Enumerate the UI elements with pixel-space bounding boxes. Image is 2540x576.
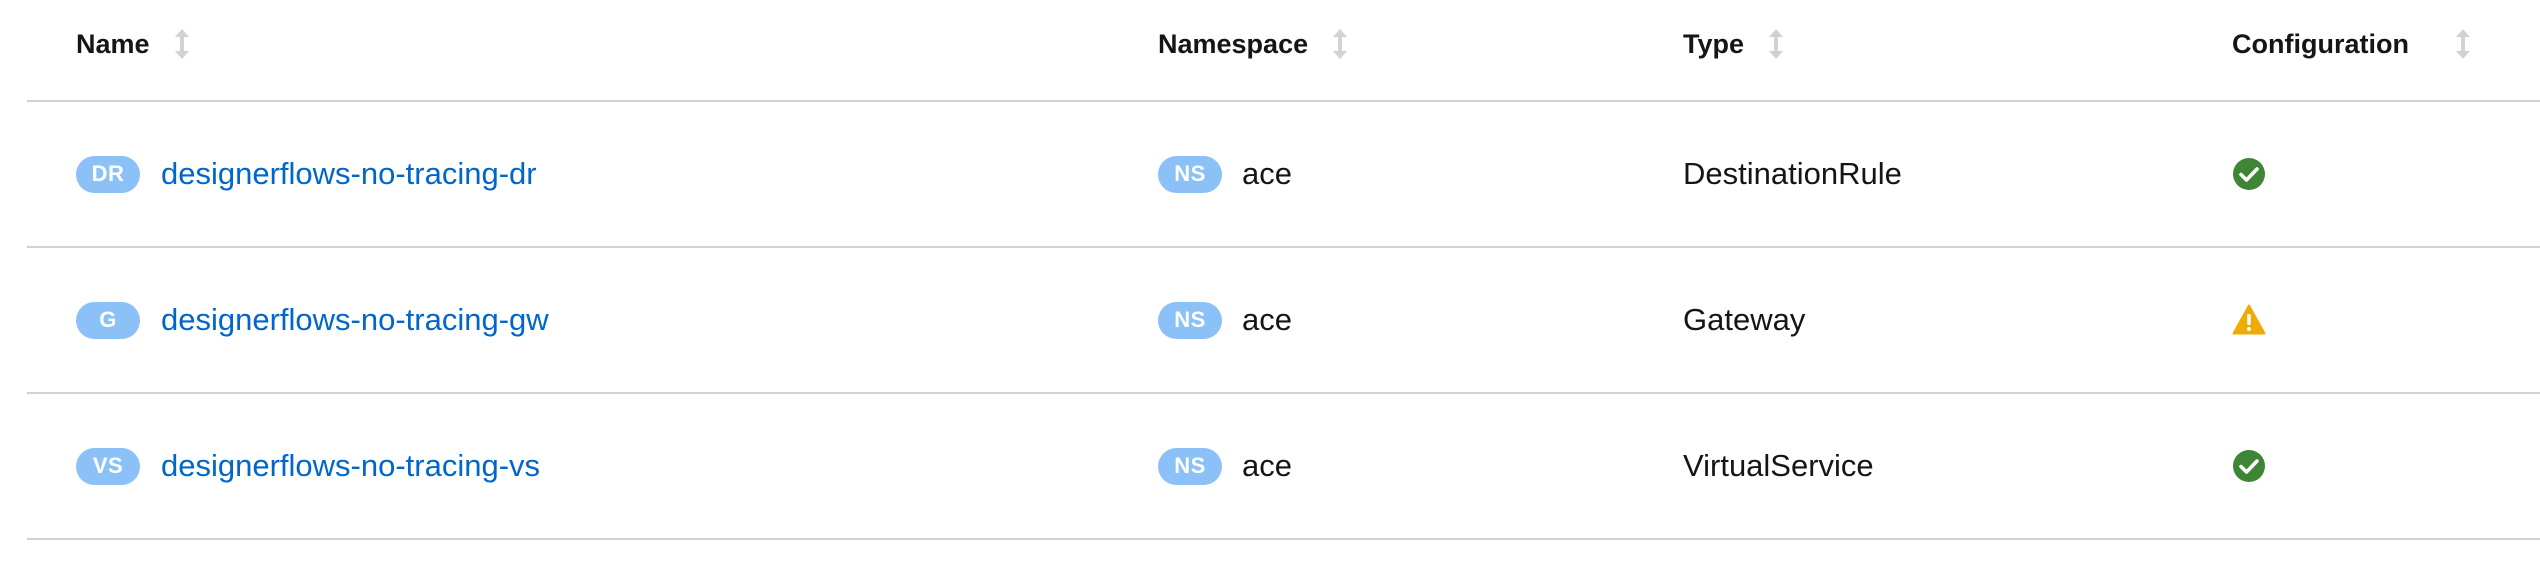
configuration-cell xyxy=(2232,248,2266,392)
object-type-badge: DR xyxy=(76,155,140,193)
sort-icon[interactable] xyxy=(174,29,189,59)
object-name-link[interactable]: designerflows-no-tracing-vs xyxy=(161,448,540,484)
table-row: G designerflows-no-tracing-gw NS ace Gat… xyxy=(27,248,2540,394)
column-header-label: Name xyxy=(76,28,150,59)
istio-config-table: Name Namespace Type Configuration DR des… xyxy=(27,0,2540,540)
type-text: DestinationRule xyxy=(1683,156,1902,191)
type-text: Gateway xyxy=(1683,302,1806,337)
namespace-badge: NS xyxy=(1158,301,1222,339)
check-circle-icon[interactable] xyxy=(2232,157,2266,191)
sort-icon[interactable] xyxy=(1333,29,1348,59)
column-header-configuration[interactable]: Configuration xyxy=(2232,0,2470,100)
namespace-text: ace xyxy=(1242,302,1292,337)
object-type-badge: G xyxy=(76,301,140,339)
column-header-name[interactable]: Name xyxy=(76,0,189,100)
namespace-cell: NS ace xyxy=(1158,394,1292,538)
sort-icon[interactable] xyxy=(2455,29,2470,59)
name-cell: VS designerflows-no-tracing-vs xyxy=(76,394,540,538)
configuration-cell xyxy=(2232,394,2266,538)
namespace-cell: NS ace xyxy=(1158,102,1292,246)
warning-triangle-icon[interactable] xyxy=(2232,303,2266,337)
object-type-badge: VS xyxy=(76,447,140,485)
column-header-type[interactable]: Type xyxy=(1683,0,1784,100)
column-header-label: Type xyxy=(1683,28,1745,59)
namespace-cell: NS ace xyxy=(1158,248,1292,392)
namespace-badge: NS xyxy=(1158,447,1222,485)
check-circle-icon[interactable] xyxy=(2232,449,2266,483)
column-header-label: Namespace xyxy=(1158,28,1309,59)
type-cell: Gateway xyxy=(1683,248,1805,392)
name-cell: DR designerflows-no-tracing-dr xyxy=(76,102,537,246)
type-text: VirtualService xyxy=(1683,448,1874,483)
column-header-label: Configuration xyxy=(2232,28,2409,59)
object-name-link[interactable]: designerflows-no-tracing-dr xyxy=(161,156,537,192)
namespace-badge: NS xyxy=(1158,155,1222,193)
name-cell: G designerflows-no-tracing-gw xyxy=(76,248,549,392)
table-row: VS designerflows-no-tracing-vs NS ace Vi… xyxy=(27,394,2540,540)
sort-icon[interactable] xyxy=(1769,29,1784,59)
type-cell: DestinationRule xyxy=(1683,102,1902,246)
type-cell: VirtualService xyxy=(1683,394,1874,538)
namespace-text: ace xyxy=(1242,156,1292,191)
column-header-namespace[interactable]: Namespace xyxy=(1158,0,1348,100)
object-name-link[interactable]: designerflows-no-tracing-gw xyxy=(161,302,549,338)
table-row: DR designerflows-no-tracing-dr NS ace De… xyxy=(27,102,2540,248)
namespace-text: ace xyxy=(1242,448,1292,483)
table-header-row: Name Namespace Type Configuration xyxy=(27,0,2540,102)
configuration-cell xyxy=(2232,102,2266,246)
